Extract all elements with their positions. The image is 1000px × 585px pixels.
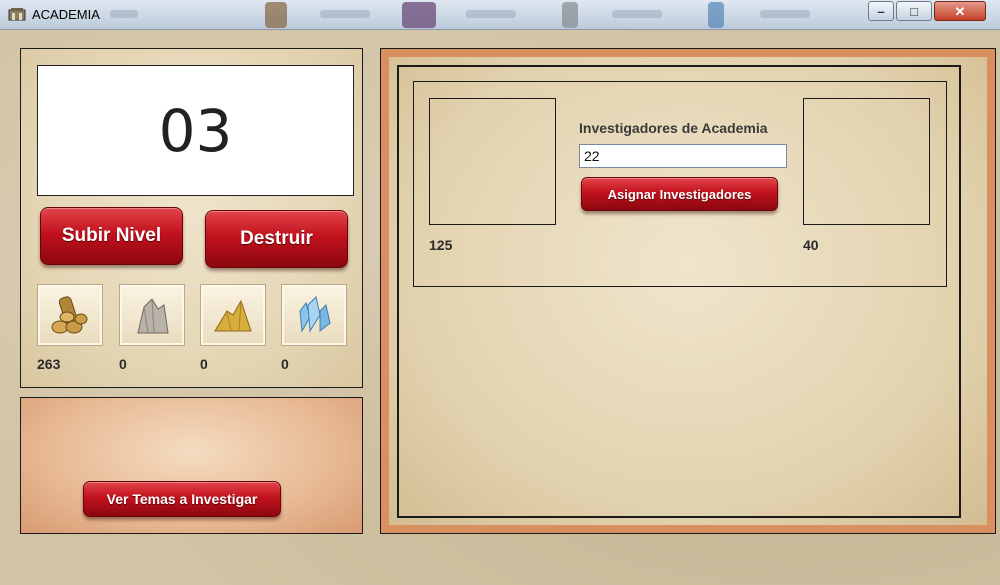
- close-icon: ✕: [954, 3, 966, 19]
- resource-tile-sulfur: [200, 284, 266, 346]
- left-slot-value: 125: [429, 237, 453, 253]
- sulfur-icon: [214, 299, 252, 332]
- window-content: 03 Subir Nivel Destruir 263 0 0 0 Ver Te…: [0, 30, 1000, 585]
- academy-app-icon: [8, 8, 26, 21]
- stone-icon: [137, 298, 169, 334]
- ghost-character-icon: [708, 2, 724, 28]
- sulfur-amount: 0: [200, 356, 208, 372]
- ghost-character-icon: [562, 2, 578, 28]
- resource-tile-crystal: [281, 284, 347, 346]
- right-slot-image: [803, 98, 930, 225]
- minimize-button[interactable]: –: [868, 1, 894, 21]
- resource-tile-wood: [37, 284, 103, 346]
- stone-amount: 0: [119, 356, 127, 372]
- researchers-label: Investigadores de Academia: [579, 120, 768, 136]
- ghost-bar: [760, 10, 810, 18]
- maximize-button[interactable]: □: [896, 1, 932, 21]
- left-slot-image: [429, 98, 556, 225]
- level-display: 03: [37, 65, 354, 196]
- destroy-button[interactable]: Destruir: [205, 210, 348, 268]
- resource-tile-stone: [119, 284, 185, 346]
- wood-amount: 263: [37, 356, 61, 372]
- wood-icon: [51, 296, 88, 334]
- close-button[interactable]: ✕: [934, 1, 986, 21]
- researchers-inner-frame: Investigadores de Academia Asignar Inves…: [397, 65, 961, 518]
- maximize-icon: □: [910, 3, 918, 19]
- ghost-bar: [110, 10, 138, 18]
- research-topics-panel: Ver Temas a Investigar: [20, 397, 363, 534]
- ghost-bar: [320, 10, 370, 18]
- right-slot-value: 40: [803, 237, 819, 253]
- ghost-character-icon: [265, 2, 287, 28]
- upgrade-level-button[interactable]: Subir Nivel: [40, 207, 183, 265]
- researchers-input[interactable]: [579, 144, 787, 168]
- ghost-bar: [466, 10, 516, 18]
- view-research-topics-button[interactable]: Ver Temas a Investigar: [83, 481, 281, 517]
- level-number: 03: [158, 96, 233, 165]
- minimize-icon: –: [877, 3, 885, 19]
- assign-researchers-button[interactable]: Asignar Investigadores: [581, 177, 778, 211]
- crystal-amount: 0: [281, 356, 289, 372]
- crystal-icon: [299, 296, 331, 333]
- window-title: ACADEMIA: [32, 7, 100, 22]
- background-taskbar: [100, 0, 860, 28]
- researchers-assignment-box: Investigadores de Academia Asignar Inves…: [413, 81, 947, 287]
- researchers-panel-parchment: Investigadores de Academia Asignar Inves…: [389, 57, 987, 525]
- researchers-panel: Investigadores de Academia Asignar Inves…: [380, 48, 996, 534]
- ghost-character-icon: [402, 2, 436, 28]
- ghost-bar: [612, 10, 662, 18]
- window-title-bar[interactable]: ACADEMIA – □ ✕: [0, 0, 1000, 30]
- building-panel: 03 Subir Nivel Destruir 263 0 0 0: [20, 48, 363, 388]
